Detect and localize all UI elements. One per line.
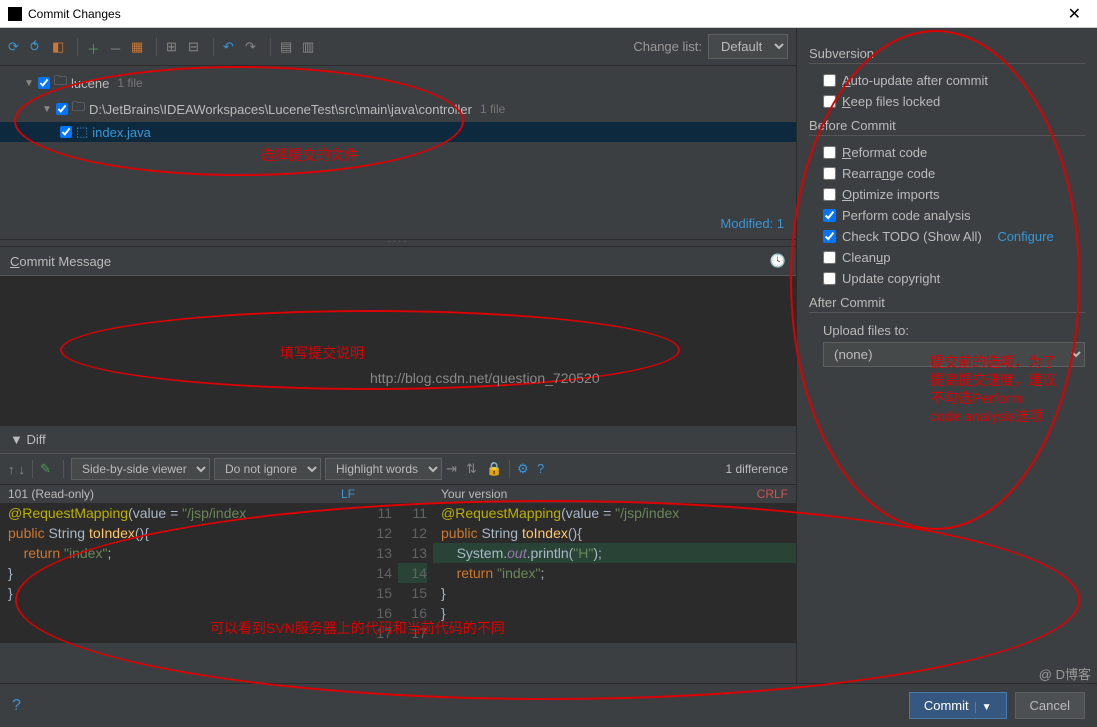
- diff-count: 1 difference: [726, 462, 789, 476]
- commit-button[interactable]: Commit▼: [909, 692, 1007, 719]
- cleanup-checkbox[interactable]: [823, 251, 836, 264]
- sync-icon[interactable]: ⥀: [30, 39, 46, 55]
- diff-gutter: 11121314151617 11121314151617: [363, 503, 433, 643]
- highlight-select[interactable]: Highlight words: [325, 458, 442, 480]
- keep-locked-checkbox[interactable]: [823, 95, 836, 108]
- group-icon[interactable]: ▤: [280, 39, 296, 55]
- prev-diff-icon[interactable]: ↑: [8, 462, 15, 477]
- footer: ? Commit▼ Cancel: [0, 683, 1097, 727]
- lock-icon[interactable]: 🔒: [486, 461, 502, 477]
- filter-icon[interactable]: ▥: [302, 39, 318, 55]
- line-ending-left: LF: [341, 487, 355, 501]
- app-icon: [8, 7, 22, 21]
- diff-right-pane[interactable]: @RequestMapping(value = "/jsp/index publ…: [433, 503, 796, 643]
- upload-label: Upload files to:: [823, 323, 909, 338]
- gear-icon[interactable]: ⚙: [517, 461, 533, 477]
- refresh-icon[interactable]: ⟳: [8, 39, 24, 55]
- cancel-button[interactable]: Cancel: [1015, 692, 1085, 719]
- subversion-section: Subversion: [809, 40, 1085, 64]
- remove-icon[interactable]: －: [109, 39, 125, 55]
- chevron-down-icon[interactable]: ▼: [42, 104, 52, 115]
- undo-icon[interactable]: ↶: [223, 39, 239, 55]
- collapse-diff-icon[interactable]: ⇥: [446, 461, 462, 477]
- collapse-icon[interactable]: ⊟: [188, 39, 204, 55]
- edit-icon[interactable]: ✎: [40, 461, 56, 477]
- next-diff-icon[interactable]: ↓: [19, 462, 26, 477]
- ignore-select[interactable]: Do not ignore: [214, 458, 321, 480]
- tree-checkbox[interactable]: [38, 77, 50, 89]
- tree-label: D:\JetBrains\IDEAWorkspaces\LuceneTest\s…: [89, 102, 472, 117]
- line-ending-right: CRLF: [757, 487, 788, 501]
- viewer-select[interactable]: Side-by-side viewer: [71, 458, 210, 480]
- redo-icon[interactable]: ↷: [245, 39, 261, 55]
- tree-root[interactable]: ▼ 🗀 lucene 1 file: [0, 70, 796, 96]
- optimize-checkbox[interactable]: [823, 188, 836, 201]
- rollback-icon[interactable]: ◧: [52, 39, 68, 55]
- toolbar: ⟳ ⥀ ◧ ＋ － ▦ ⊞ ⊟ ↶ ↷ ▤ ▥ Change list: Def…: [0, 28, 796, 66]
- window-title: Commit Changes: [28, 7, 1060, 21]
- sync-scroll-icon[interactable]: ⇅: [466, 461, 482, 477]
- folder-icon: 🗀: [72, 98, 85, 120]
- history-icon[interactable]: 🕓: [770, 253, 786, 269]
- changelist-label: Change list:: [633, 39, 702, 54]
- left-file-label: 101 (Read-only): [8, 487, 94, 501]
- tree-file[interactable]: ⬚ index.java: [0, 122, 796, 142]
- changelist-select[interactable]: Default: [708, 34, 788, 59]
- upload-select[interactable]: (none): [823, 342, 1085, 367]
- move-icon[interactable]: ▦: [131, 39, 147, 55]
- diff-viewer[interactable]: @RequestMapping(value = "/jsp/index publ…: [0, 503, 796, 643]
- tree-label: index.java: [92, 125, 151, 140]
- after-commit-section: After Commit: [809, 289, 1085, 313]
- rearrange-checkbox[interactable]: [823, 167, 836, 180]
- file-tree: ▼ 🗀 lucene 1 file ▼ 🗀 D:\JetBrains\IDEAW…: [0, 66, 796, 239]
- folder-icon: 🗀: [54, 72, 67, 94]
- close-icon[interactable]: ✕: [1060, 4, 1089, 24]
- options-panel: Subversion Auto-update after commit Keep…: [797, 28, 1097, 727]
- diff-header: ▼ Diff: [0, 426, 796, 454]
- tree-label: lucene: [71, 76, 109, 91]
- expand-icon[interactable]: ⊞: [166, 39, 182, 55]
- diff-left-pane[interactable]: @RequestMapping(value = "/jsp/index publ…: [0, 503, 363, 643]
- tree-folder[interactable]: ▼ 🗀 D:\JetBrains\IDEAWorkspaces\LuceneTe…: [0, 96, 796, 122]
- tree-checkbox[interactable]: [56, 103, 68, 115]
- auto-update-checkbox[interactable]: [823, 74, 836, 87]
- resize-handle[interactable]: ····: [0, 239, 796, 247]
- commit-message-header: CCommit Messageommit Message 🕓: [0, 247, 796, 276]
- help-icon[interactable]: ?: [12, 697, 21, 715]
- java-file-icon: ⬚: [76, 124, 88, 140]
- tree-checkbox[interactable]: [60, 126, 72, 138]
- right-file-label: Your version: [441, 487, 507, 501]
- diff-toolbar: ↑ ↓ ✎ Side-by-side viewer Do not ignore …: [0, 454, 796, 485]
- commit-message-input[interactable]: [0, 276, 796, 426]
- copyright-checkbox[interactable]: [823, 272, 836, 285]
- todo-checkbox[interactable]: [823, 230, 836, 243]
- reformat-checkbox[interactable]: [823, 146, 836, 159]
- chevron-down-icon[interactable]: ▼: [24, 78, 34, 89]
- help-icon[interactable]: ?: [537, 461, 553, 477]
- modified-count: Modified: 1: [0, 212, 796, 235]
- configure-link[interactable]: Configure: [997, 229, 1053, 244]
- tree-meta: 1 file: [480, 102, 505, 116]
- before-commit-section: Before Commit: [809, 112, 1085, 136]
- tree-meta: 1 file: [117, 76, 142, 90]
- add-icon[interactable]: ＋: [87, 39, 103, 55]
- analysis-checkbox[interactable]: [823, 209, 836, 222]
